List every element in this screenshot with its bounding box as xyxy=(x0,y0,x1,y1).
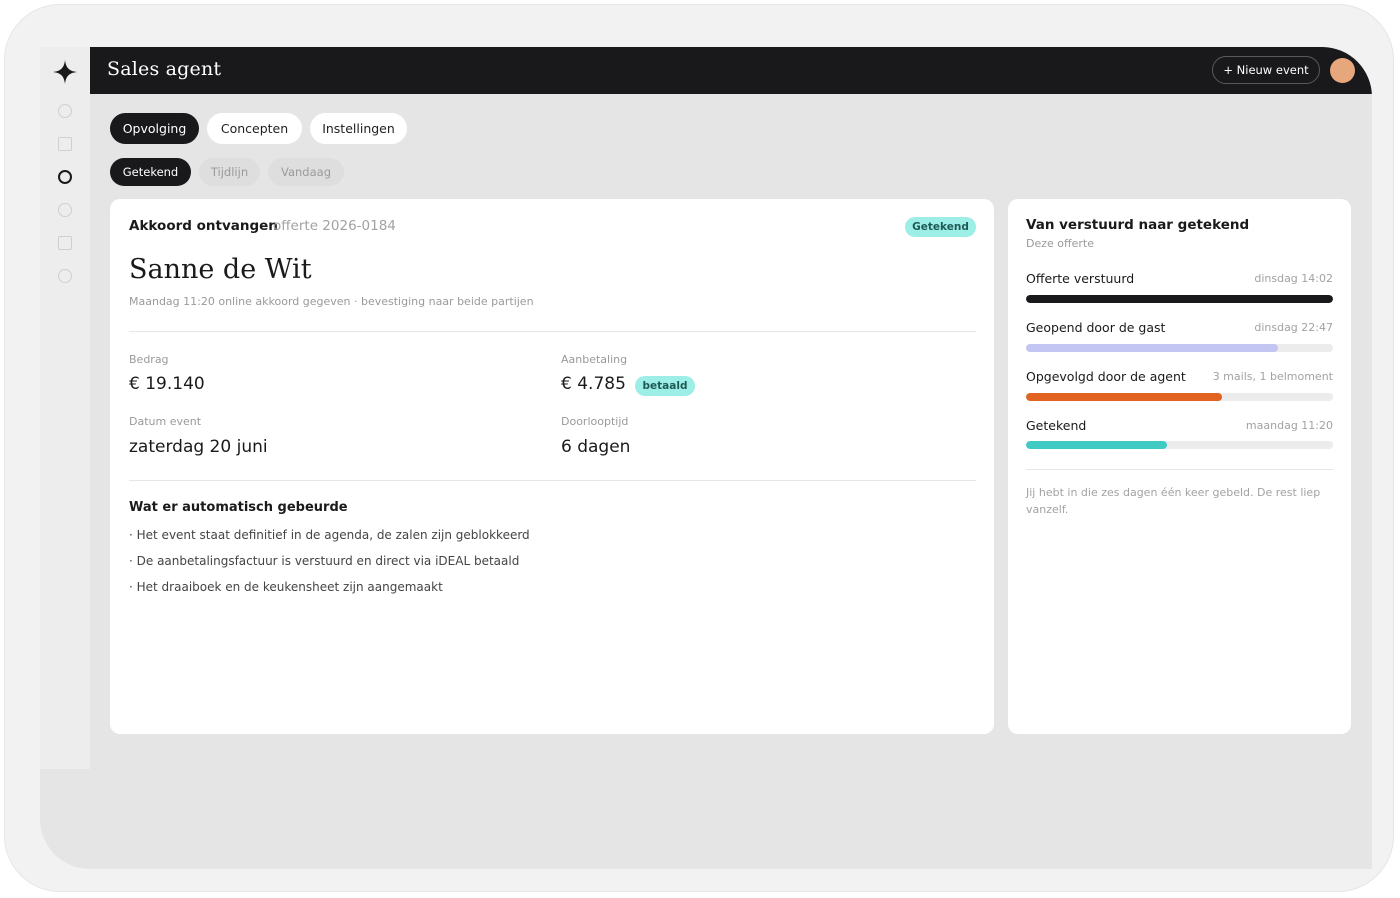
app-title: Sales agent xyxy=(107,58,222,80)
tab-opvolging[interactable]: Opvolging xyxy=(110,113,199,144)
divider xyxy=(129,480,976,481)
app-screen: Sales agent + Nieuw event Opvolging Conc… xyxy=(40,47,1372,869)
progress-track xyxy=(1026,393,1333,401)
lead-time-value: 6 dagen xyxy=(561,437,631,457)
step-meta: dinsdag 22:47 xyxy=(1254,321,1333,334)
progress-track xyxy=(1026,441,1333,449)
nav-circle-icon[interactable] xyxy=(58,203,72,217)
nav-square-icon[interactable] xyxy=(58,137,72,151)
amount-label: Bedrag xyxy=(129,353,169,366)
automation-item: · Het event staat definitief in de agend… xyxy=(129,528,530,542)
progress-fill xyxy=(1026,295,1333,303)
automation-item: · De aanbetalingsfactuur is verstuurd en… xyxy=(129,554,520,568)
client-name: Sanne de Wit xyxy=(129,254,312,285)
nav-rail xyxy=(40,47,90,769)
step-label: Getekend xyxy=(1026,418,1087,433)
progress-subtitle: Deze offerte xyxy=(1026,237,1094,250)
progress-card: Van verstuurd naar getekend Deze offerte… xyxy=(1008,199,1351,734)
tab-instellingen[interactable]: Instellingen xyxy=(310,113,407,144)
progress-fill xyxy=(1026,441,1168,449)
deal-card: Akkoord ontvangen offerte 2026-0184 Gete… xyxy=(110,199,994,734)
status-badge: Getekend xyxy=(905,217,976,237)
divider xyxy=(1026,469,1333,470)
nav-circle-icon[interactable] xyxy=(58,104,72,118)
progress-title: Van verstuurd naar getekend xyxy=(1026,217,1250,233)
new-event-button[interactable]: + Nieuw event xyxy=(1212,56,1320,84)
event-date-label: Datum event xyxy=(129,415,202,428)
paid-badge: betaald xyxy=(635,376,695,396)
nav-circle-icon[interactable] xyxy=(58,269,72,283)
step-label: Offerte verstuurd xyxy=(1026,271,1135,286)
client-subtitle: Maandag 11:20 online akkoord gegeven · b… xyxy=(129,295,534,308)
subtab-vandaag[interactable]: Vandaag xyxy=(268,158,344,186)
lead-time-label: Doorlooptijd xyxy=(561,415,629,428)
step-meta: dinsdag 14:02 xyxy=(1254,272,1333,285)
deal-title: Akkoord ontvangen xyxy=(129,218,278,234)
deal-reference: offerte 2026-0184 xyxy=(273,218,396,234)
automation-item: · Het draaiboek en de keukensheet zijn a… xyxy=(129,580,443,594)
progress-note: Jij hebt in die zes dagen één keer gebel… xyxy=(1026,486,1321,516)
subtab-getekend[interactable]: Getekend xyxy=(110,158,191,186)
progress-fill xyxy=(1026,393,1223,401)
amount-value: € 19.140 xyxy=(129,374,205,394)
subtab-tijdlijn[interactable]: Tijdlijn xyxy=(199,158,260,186)
progress-fill xyxy=(1026,344,1278,352)
nav-square-icon[interactable] xyxy=(58,236,72,250)
sparkle-logo-icon[interactable] xyxy=(53,60,77,84)
automation-title: Wat er automatisch gebeurde xyxy=(129,500,348,515)
deposit-value: € 4.785 xyxy=(561,374,626,394)
deposit-label: Aanbetaling xyxy=(561,353,628,366)
progress-track xyxy=(1026,344,1333,352)
top-bar: Sales agent + Nieuw event xyxy=(90,47,1372,94)
event-date-value: zaterdag 20 juni xyxy=(129,437,268,457)
nav-active-circle-icon[interactable] xyxy=(58,170,72,184)
avatar[interactable] xyxy=(1330,58,1355,83)
tab-concepten[interactable]: Concepten xyxy=(207,113,302,144)
step-label: Opgevolgd door de agent xyxy=(1026,369,1186,384)
device-frame: Sales agent + Nieuw event Opvolging Conc… xyxy=(4,4,1394,892)
step-label: Geopend door de gast xyxy=(1026,320,1166,335)
progress-track xyxy=(1026,295,1333,303)
divider xyxy=(129,331,976,332)
step-meta: 3 mails, 1 belmoment xyxy=(1212,370,1333,383)
step-meta: maandag 11:20 xyxy=(1245,419,1333,432)
